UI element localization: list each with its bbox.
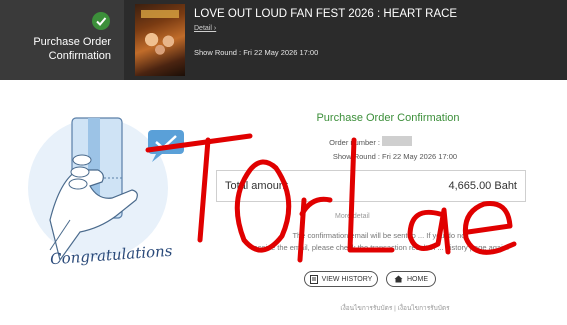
more-detail-link[interactable]: More detail	[335, 213, 370, 220]
step-label-line2: Confirmation	[48, 50, 111, 62]
show-round-label: Show Round :	[332, 152, 380, 161]
home-button[interactable]: HOME	[386, 271, 436, 287]
detail-link[interactable]: Detail ›	[194, 25, 216, 32]
home-icon	[394, 275, 403, 283]
home-label: HOME	[407, 275, 428, 283]
view-history-button[interactable]: VIEW HISTORY	[304, 271, 378, 287]
order-number-label: Order number :	[329, 138, 380, 147]
total-label: Total amount	[225, 180, 288, 192]
show-round-value: Fri 22 May 2026 17:00	[382, 152, 458, 161]
event-poster	[135, 4, 185, 76]
step-label-line1: Purchase Order	[33, 36, 111, 48]
show-round-info: Show Round : Fri 22 May 2026 17:00	[194, 48, 319, 57]
congratulations-illustration: Congratulations	[20, 100, 195, 280]
confirmation-message-line1: The confirmation email will be sent to .…	[292, 231, 468, 240]
view-history-label: VIEW HISTORY	[321, 275, 373, 283]
event-header: Purchase Order Confirmation LOVE OUT LOU…	[0, 0, 567, 80]
total-amount-box: Total amount 4,665.00 Baht	[216, 170, 526, 202]
confirmation-message-line2: receive the email, please check the tran…	[250, 243, 510, 252]
footer-links[interactable]: เงื่อนไขการรับบัตร | เงื่อนไขการรับบัตร	[250, 303, 540, 313]
checkmark-icon	[92, 12, 110, 30]
page-title: Purchase Order Confirmation	[316, 112, 460, 124]
order-number-redacted	[382, 136, 412, 146]
event-title: LOVE OUT LOUD FAN FEST 2026 : HEART RACE	[194, 8, 458, 20]
step-indicator: Purchase Order Confirmation	[0, 0, 124, 80]
document-icon	[309, 274, 318, 284]
total-value: 4,665.00 Baht	[448, 180, 517, 192]
